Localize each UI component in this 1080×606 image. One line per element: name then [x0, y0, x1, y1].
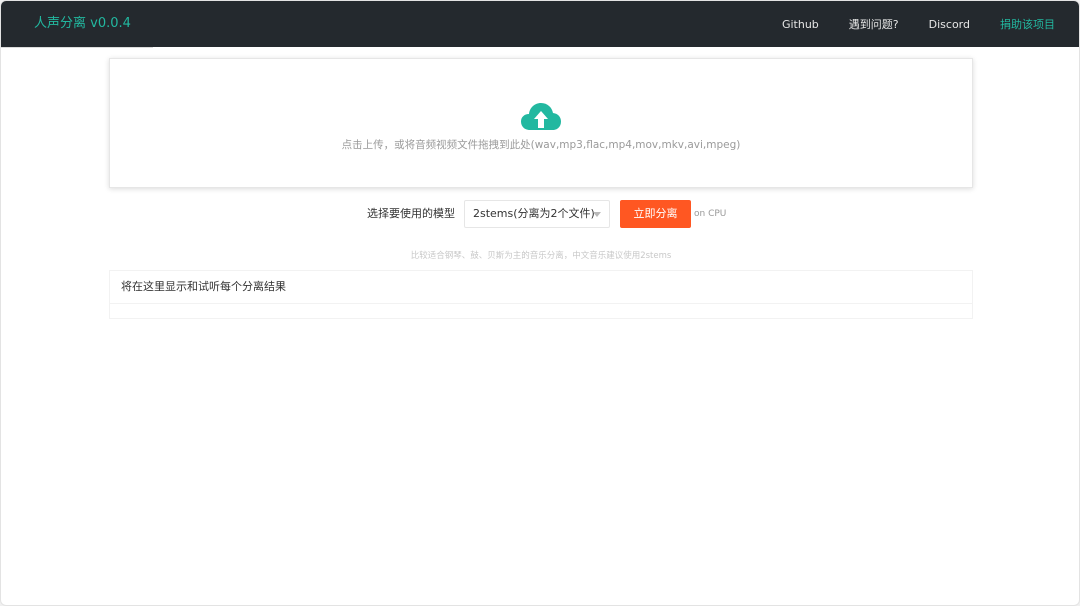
model-controls: 选择要使用的模型 2stems(分离为2个文件) 立即分离 on CPU [1, 200, 1079, 230]
results-panel: 将在这里显示和试听每个分离结果 [109, 270, 973, 319]
brand-title[interactable]: 人声分离 v0.0.4 [34, 1, 131, 47]
separate-now-button[interactable]: 立即分离 [620, 200, 691, 228]
model-tip: 比较适合钢琴、鼓、贝斯为主的音乐分离，中文音乐建议使用2stems [410, 251, 672, 261]
nav-active-indicator [1, 47, 153, 48]
model-select[interactable]: 2stems(分离为2个文件) [464, 200, 610, 228]
upload-hint-text: 点击上传，或将音频视频文件拖拽到此处(wav,mp3,flac,mp4,mov,… [341, 139, 741, 151]
upload-dropzone[interactable]: 点击上传，或将音频视频文件拖拽到此处(wav,mp3,flac,mp4,mov,… [109, 58, 973, 188]
nav-links: Github 遇到问题? Discord 捐助该项目 [752, 1, 1055, 47]
nav-link-donate[interactable]: 捐助该项目 [1000, 16, 1055, 32]
model-label: 选择要使用的模型 [367, 207, 455, 220]
top-navbar: 人声分离 v0.0.4 Github 遇到问题? Discord 捐助该项目 [1, 1, 1079, 47]
model-select-value: 2stems(分离为2个文件) [473, 207, 595, 220]
app-window: 人声分离 v0.0.4 Github 遇到问题? Discord 捐助该项目 点… [0, 0, 1080, 606]
cloud-upload-icon [521, 103, 561, 130]
chevron-down-icon [593, 212, 601, 217]
results-title: 将在这里显示和试听每个分离结果 [121, 280, 286, 293]
nav-link-issues[interactable]: 遇到问题? [849, 16, 899, 32]
results-header: 将在这里显示和试听每个分离结果 [110, 271, 972, 304]
device-label: on CPU [694, 209, 727, 219]
nav-link-discord[interactable]: Discord [929, 18, 970, 31]
nav-link-github[interactable]: Github [782, 18, 819, 31]
